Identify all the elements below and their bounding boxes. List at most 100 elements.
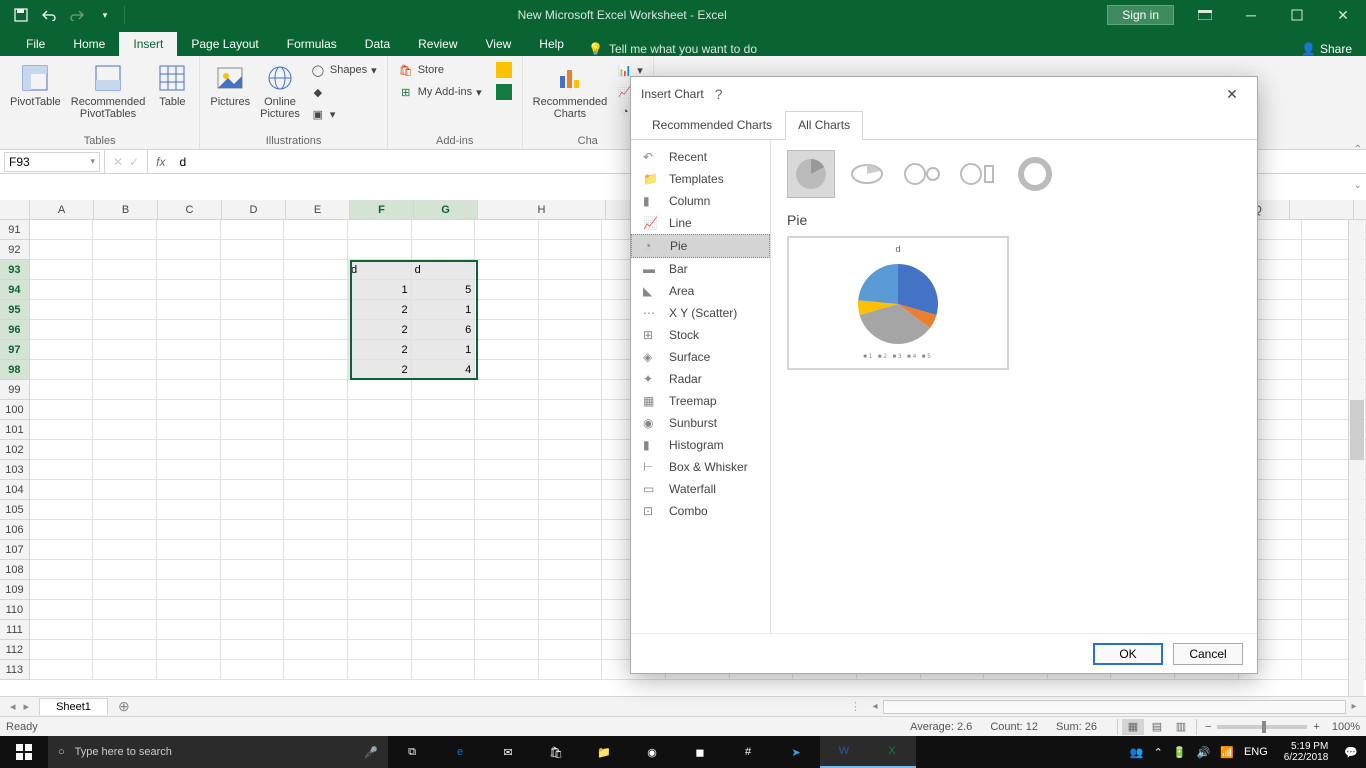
vscrollbar[interactable]	[1348, 220, 1364, 696]
cell[interactable]	[475, 260, 539, 280]
cell[interactable]	[475, 600, 539, 620]
recommended-charts-button[interactable]: Recommended Charts	[529, 60, 612, 122]
cell[interactable]	[30, 260, 94, 280]
cell[interactable]	[284, 300, 348, 320]
cell[interactable]	[284, 500, 348, 520]
cell[interactable]	[348, 660, 412, 680]
tab-data[interactable]: Data	[351, 32, 404, 56]
cell[interactable]	[221, 420, 285, 440]
telegram-icon[interactable]: ➤	[772, 736, 820, 768]
cell[interactable]: 1	[412, 300, 476, 320]
cell[interactable]	[475, 640, 539, 660]
col-header[interactable]	[1290, 200, 1354, 219]
cell[interactable]	[30, 460, 94, 480]
cell[interactable]	[221, 380, 285, 400]
mic-icon[interactable]: 🎤	[364, 746, 378, 759]
add-sheet-button[interactable]: ⊕	[108, 698, 140, 715]
row-header[interactable]: 95	[0, 300, 30, 320]
cell[interactable]	[157, 420, 221, 440]
cell[interactable]	[93, 560, 157, 580]
cell[interactable]	[93, 220, 157, 240]
row-header[interactable]: 102	[0, 440, 30, 460]
cell[interactable]	[475, 660, 539, 680]
category-item-area[interactable]: ◣Area	[631, 280, 770, 302]
cell[interactable]	[30, 400, 94, 420]
cell[interactable]	[475, 380, 539, 400]
row-header[interactable]: 94	[0, 280, 30, 300]
ribbon-display-icon[interactable]	[1182, 0, 1228, 30]
col-header[interactable]: H	[478, 200, 606, 219]
cell[interactable]	[93, 340, 157, 360]
cell[interactable]	[475, 520, 539, 540]
cell[interactable]	[412, 380, 476, 400]
excel-icon[interactable]: X	[868, 736, 916, 768]
save-icon[interactable]	[8, 3, 34, 27]
store-icon[interactable]: 🛍	[532, 736, 580, 768]
hscroll-left-icon[interactable]: ◂	[867, 701, 883, 712]
cell[interactable]	[93, 440, 157, 460]
cell[interactable]	[475, 280, 539, 300]
dialog-help-icon[interactable]: ?	[704, 86, 734, 102]
cell[interactable]: 5	[412, 280, 476, 300]
cell[interactable]	[157, 240, 221, 260]
cell[interactable]	[284, 600, 348, 620]
row-header[interactable]: 111	[0, 620, 30, 640]
cell[interactable]	[30, 500, 94, 520]
cell[interactable]	[539, 660, 603, 680]
cell[interactable]	[348, 460, 412, 480]
cell[interactable]	[412, 240, 476, 260]
cell[interactable]	[539, 420, 603, 440]
cell[interactable]	[539, 280, 603, 300]
cell[interactable]	[539, 580, 603, 600]
cell[interactable]	[284, 320, 348, 340]
row-header[interactable]: 97	[0, 340, 30, 360]
cell[interactable]	[412, 400, 476, 420]
cell[interactable]: 2	[348, 300, 412, 320]
cell[interactable]	[475, 560, 539, 580]
cell[interactable]	[157, 440, 221, 460]
notifications-icon[interactable]: 💬	[1344, 746, 1358, 759]
cell[interactable]	[284, 260, 348, 280]
cell[interactable]	[284, 460, 348, 480]
row-header[interactable]: 93	[0, 260, 30, 280]
dialog-tab-recommended[interactable]: Recommended Charts	[639, 111, 785, 139]
volume-icon[interactable]: 🔊	[1197, 746, 1211, 759]
cell[interactable]	[284, 360, 348, 380]
category-item-sunburst[interactable]: ◉Sunburst	[631, 412, 770, 434]
vscroll-thumb[interactable]	[1350, 400, 1364, 460]
category-item-recent[interactable]: ↶Recent	[631, 146, 770, 168]
cell[interactable]	[93, 660, 157, 680]
row-header[interactable]: 101	[0, 420, 30, 440]
category-item-box-whisker[interactable]: ⊢Box & Whisker	[631, 456, 770, 478]
cell[interactable]	[157, 500, 221, 520]
cell[interactable]: 1	[412, 340, 476, 360]
cell[interactable]	[221, 520, 285, 540]
cell[interactable]	[348, 600, 412, 620]
cell[interactable]	[157, 640, 221, 660]
name-box[interactable]: F93▾	[4, 152, 100, 172]
cell[interactable]	[539, 300, 603, 320]
cell[interactable]	[539, 560, 603, 580]
cell[interactable]	[284, 640, 348, 660]
cell[interactable]	[284, 280, 348, 300]
category-item-pie[interactable]: ◔Pie	[631, 234, 770, 258]
cell[interactable]	[157, 380, 221, 400]
cell[interactable]	[221, 660, 285, 680]
row-header[interactable]: 103	[0, 460, 30, 480]
tab-file[interactable]: File	[12, 32, 59, 56]
row-header[interactable]: 113	[0, 660, 30, 680]
cell[interactable]	[93, 600, 157, 620]
cell[interactable]	[30, 300, 94, 320]
cell[interactable]	[221, 540, 285, 560]
start-button[interactable]	[0, 736, 48, 768]
cell[interactable]	[284, 520, 348, 540]
cell[interactable]	[475, 540, 539, 560]
cell[interactable]	[30, 560, 94, 580]
cell[interactable]	[539, 460, 603, 480]
cell[interactable]	[539, 540, 603, 560]
cell[interactable]	[93, 280, 157, 300]
cell[interactable]	[30, 540, 94, 560]
cell[interactable]	[412, 660, 476, 680]
cell[interactable]	[157, 580, 221, 600]
cell[interactable]	[348, 240, 412, 260]
